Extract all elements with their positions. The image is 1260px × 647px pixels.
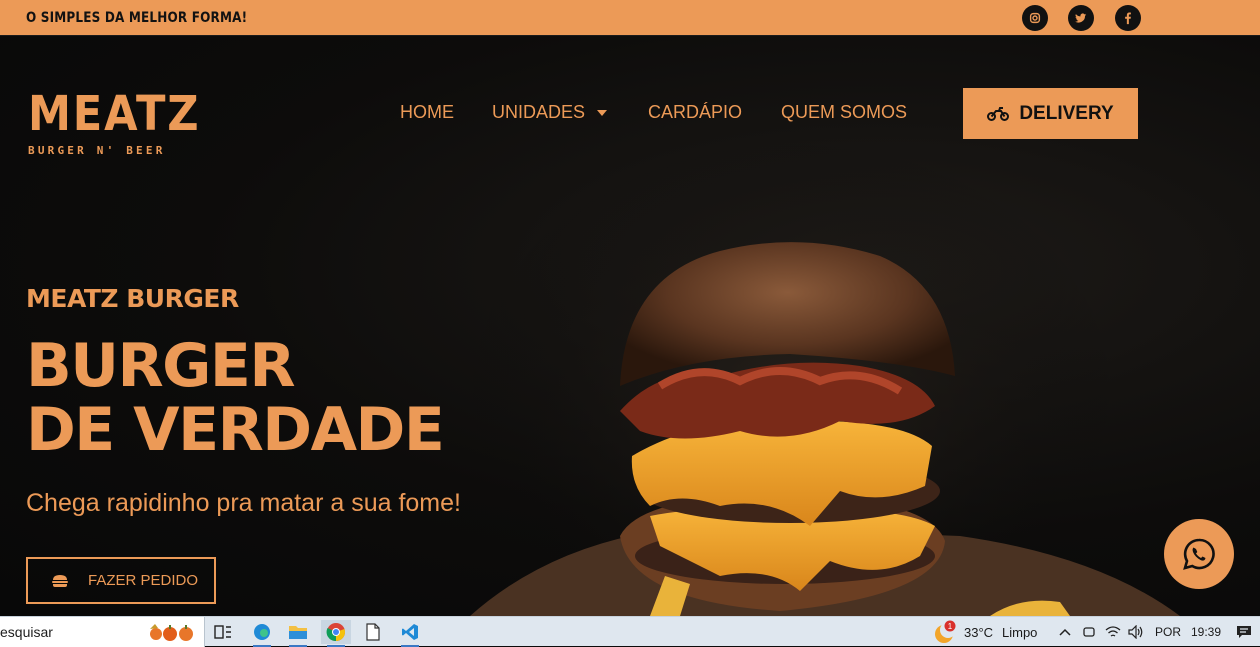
delivery-button[interactable]: DELIVERY <box>963 88 1138 139</box>
whatsapp-icon <box>1183 538 1215 570</box>
chevron-up-icon[interactable] <box>1058 627 1072 637</box>
order-button[interactable]: FAZER PEDIDO <box>26 557 216 604</box>
hero-section: MEATZ BURGER N' BEER HOME UNIDADES CARDÁ… <box>0 36 1260 616</box>
chevron-down-icon <box>597 110 608 117</box>
edge-icon[interactable] <box>247 620 277 647</box>
weather-icon: 1 <box>935 620 956 643</box>
task-view-icon[interactable] <box>208 620 238 644</box>
nav-quem-somos[interactable]: QUEM SOMOS <box>781 102 907 123</box>
volume-icon[interactable] <box>1128 625 1144 639</box>
weather-desc[interactable]: Limpo <box>1002 625 1037 640</box>
clock[interactable]: 19:39 <box>1191 625 1221 639</box>
slogan-text: O SIMPLES DA MELHOR FORMA! <box>26 10 248 26</box>
hero-headline-line1: BURGER <box>26 331 296 401</box>
vscode-icon[interactable] <box>395 620 425 647</box>
meet-now-icon[interactable] <box>1082 625 1096 639</box>
hero-tagline: Chega rapidinho pra matar a sua fome! <box>26 489 461 517</box>
pumpkin-icon <box>150 624 193 641</box>
top-announcement-bar: O SIMPLES DA MELHOR FORMA! <box>0 0 1260 36</box>
nav-unidades[interactable]: UNIDADES <box>492 102 608 123</box>
hero-headline-line2: DE VERDADE <box>26 395 445 465</box>
whatsapp-button[interactable] <box>1164 519 1234 589</box>
language-indicator[interactable]: POR <box>1155 625 1181 639</box>
nav-cardapio[interactable]: CARDÁPIO <box>648 102 742 123</box>
notepad-icon[interactable] <box>358 620 388 644</box>
file-explorer-icon[interactable] <box>283 620 313 647</box>
site-logo[interactable]: MEATZ BURGER N' BEER <box>28 90 220 157</box>
hero-kicker: MEATZ BURGER <box>26 284 239 313</box>
logo-wordmark: MEATZ <box>28 86 201 142</box>
os-taskbar: esquisar 1 33°C Limpo POR 19:39 <box>0 616 1260 647</box>
twitter-icon[interactable] <box>1068 5 1094 31</box>
delivery-label: DELIVERY <box>1019 102 1114 124</box>
taskbar-search-text: esquisar <box>0 624 53 640</box>
logo-subtitle: BURGER N' BEER <box>28 144 166 157</box>
taskbar-search[interactable]: esquisar <box>0 617 205 647</box>
weather-badge: 1 <box>948 622 953 631</box>
notifications-icon[interactable] <box>1236 624 1252 640</box>
chrome-icon[interactable] <box>321 620 351 647</box>
instagram-icon[interactable] <box>1022 5 1048 31</box>
nav-home[interactable]: HOME <box>400 102 454 123</box>
motorcycle-icon <box>987 106 1010 121</box>
burger-icon <box>52 574 68 587</box>
hero-headline: BURGER DE VERDADE <box>26 331 445 465</box>
weather-temp[interactable]: 33°C <box>964 625 993 640</box>
order-button-label: FAZER PEDIDO <box>88 572 199 589</box>
wifi-icon[interactable] <box>1105 625 1121 639</box>
nav-unidades-label: UNIDADES <box>492 102 586 122</box>
facebook-icon[interactable] <box>1115 5 1141 31</box>
